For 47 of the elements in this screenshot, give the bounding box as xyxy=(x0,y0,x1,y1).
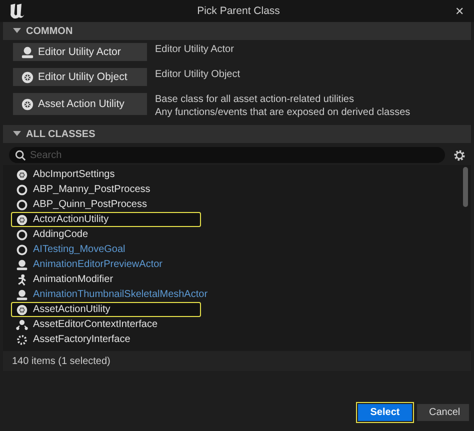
settings-icon[interactable] xyxy=(453,148,466,162)
class-list-item[interactable]: ABP_Quinn_PostProcess xyxy=(11,197,201,212)
class-list-item[interactable]: AnimationEditorPreviewActor xyxy=(11,257,201,272)
circle-icon xyxy=(16,184,28,196)
section-title: ALL CLASSES xyxy=(26,128,96,140)
circle-icon xyxy=(16,228,28,240)
logo-icon xyxy=(8,2,26,20)
section-title: COMMON xyxy=(26,26,73,36)
cancel-button[interactable]: Cancel xyxy=(417,404,469,421)
class-list-item[interactable]: AssetActionUtility xyxy=(11,302,201,317)
class-list-item[interactable]: AbcImportSettings xyxy=(11,167,201,182)
class-list-item[interactable]: AssetEditorContextInterface xyxy=(11,317,201,332)
class-list-item[interactable]: ABP_Manny_PostProcess xyxy=(11,182,201,197)
window-title: Pick Parent Class xyxy=(196,5,281,17)
scrollbar-thumb[interactable] xyxy=(463,167,468,207)
class-list-item[interactable]: AddingCode xyxy=(11,227,201,242)
class-description: Base class for all asset action-related utilities Any functions/events that are exposed on derived classes xyxy=(155,93,410,119)
collapse-arrow-icon[interactable] xyxy=(13,27,21,35)
class-list-item[interactable]: AnimationThumbnailSkeletalMeshActor xyxy=(11,287,209,302)
gear-icon xyxy=(16,334,28,346)
people-icon xyxy=(16,318,28,330)
class-button[interactable]: Editor Utility Object xyxy=(13,68,147,86)
class-button[interactable]: Editor Utility Actor xyxy=(13,43,147,61)
class-description: Editor Utility Actor xyxy=(155,43,234,56)
object-icon xyxy=(16,214,28,226)
collapse-arrow-icon[interactable] xyxy=(13,130,21,138)
object-icon xyxy=(21,98,34,110)
circle-icon xyxy=(16,198,28,210)
class-list-item[interactable]: ActorActionUtility xyxy=(11,212,201,227)
actor-icon xyxy=(16,288,28,300)
class-button[interactable]: Asset Action Utility xyxy=(13,93,147,115)
object-icon xyxy=(16,168,28,180)
item-count: 140 items (1 selected) xyxy=(12,356,110,366)
running-figure-icon xyxy=(16,274,28,286)
circle-icon xyxy=(16,244,28,256)
object-icon xyxy=(21,70,34,84)
actor-icon xyxy=(16,258,28,270)
actor-icon xyxy=(21,46,34,58)
class-description: Editor Utility Object xyxy=(155,68,240,81)
object-icon xyxy=(16,304,28,316)
select-button[interactable]: Select xyxy=(358,404,412,421)
search-icon xyxy=(15,150,26,161)
close-button[interactable]: ✕ xyxy=(451,4,468,18)
class-list-item[interactable]: AssetFactoryInterface xyxy=(11,332,201,347)
class-list-item[interactable]: AnimationModifier xyxy=(11,272,201,287)
search-field[interactable]: Search xyxy=(9,147,445,163)
class-list-item[interactable]: AITesting_MoveGoal xyxy=(11,242,201,257)
